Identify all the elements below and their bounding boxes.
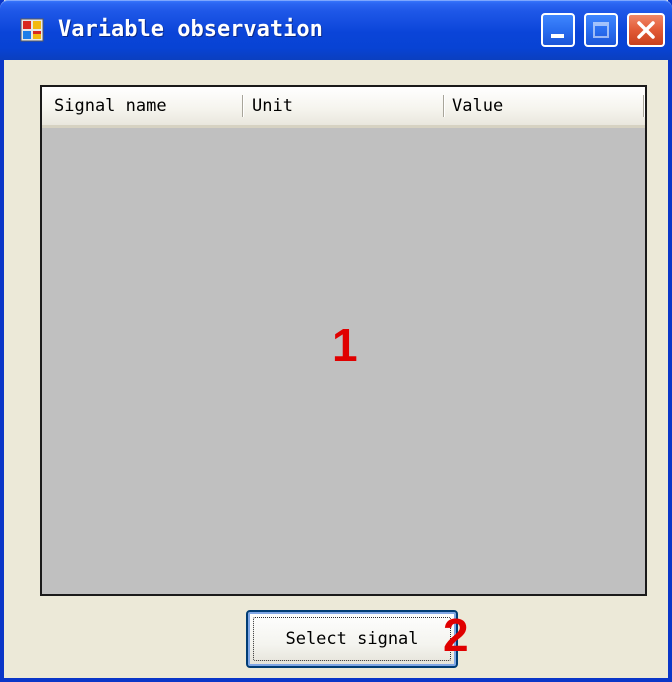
maximize-button[interactable] <box>584 13 618 47</box>
window-title: Variable observation <box>58 17 323 42</box>
minimize-button[interactable] <box>541 13 575 47</box>
column-divider[interactable] <box>242 95 243 117</box>
column-divider[interactable] <box>443 95 444 117</box>
select-signal-button-label: Select signal <box>285 629 419 649</box>
annotation-marker-2: 2 <box>443 609 469 661</box>
column-header-unit[interactable]: Unit <box>252 87 293 125</box>
app-window-icon <box>20 18 44 42</box>
variable-observation-window: Variable observation Signal name Unit Va… <box>0 0 672 682</box>
close-icon <box>636 20 656 40</box>
select-signal-button[interactable]: Select signal <box>246 610 458 668</box>
annotation-marker-1: 1 <box>332 319 358 371</box>
close-button[interactable] <box>627 13 665 47</box>
minimize-icon <box>551 34 564 38</box>
list-header: Signal name Unit Value <box>42 87 645 128</box>
maximize-icon <box>593 22 609 38</box>
column-divider[interactable] <box>643 95 644 117</box>
column-header-signal-name[interactable]: Signal name <box>54 87 167 125</box>
title-bar[interactable]: Variable observation <box>0 0 672 60</box>
column-header-value[interactable]: Value <box>452 87 503 125</box>
